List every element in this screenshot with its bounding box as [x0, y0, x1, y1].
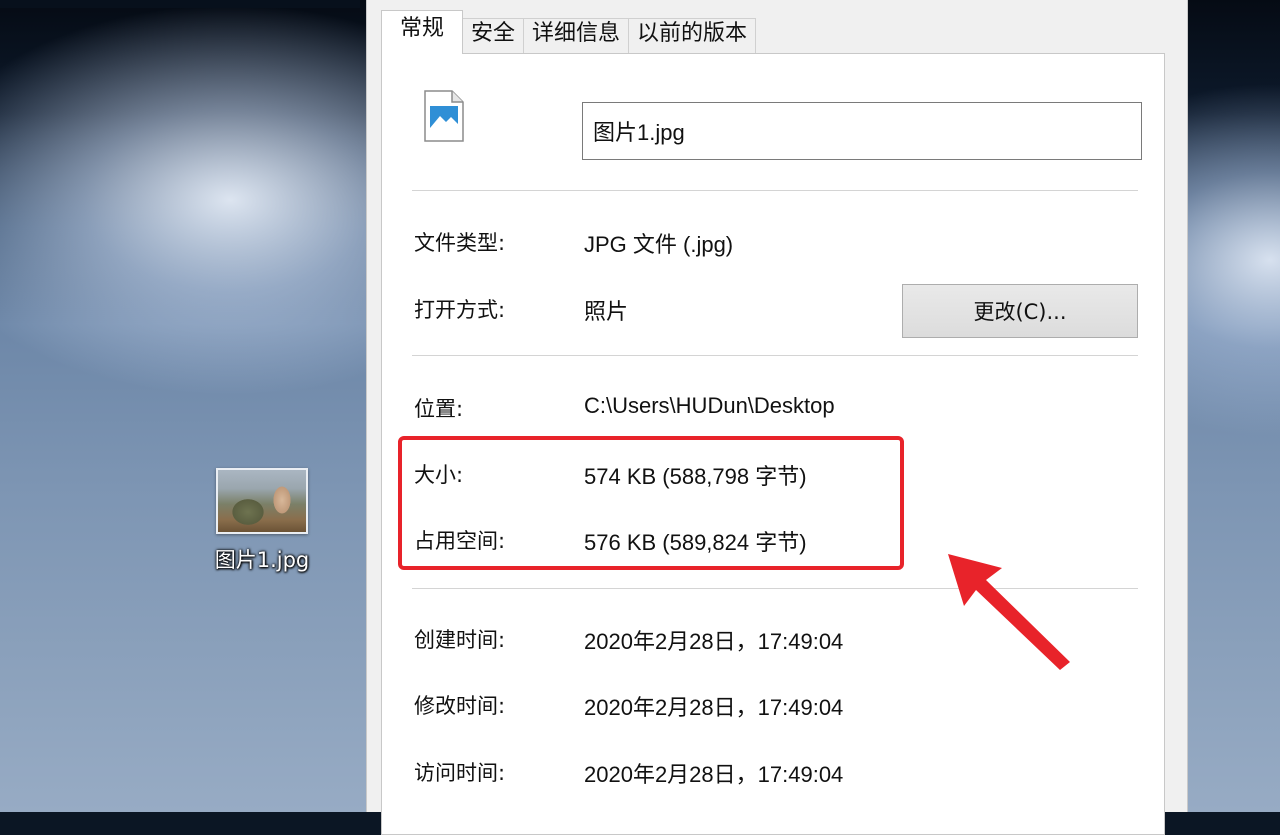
- tab-security[interactable]: 安全: [462, 18, 525, 54]
- modified-label: 修改时间:: [414, 694, 506, 718]
- created-value: 2020年2月28日，17:49:04: [584, 629, 844, 654]
- tab-bar: 常规 安全 详细信息 以前的版本: [381, 10, 757, 54]
- file-name-input[interactable]: [582, 102, 1142, 160]
- accessed-value: 2020年2月28日，17:49:04: [584, 762, 844, 787]
- file-type-value: JPG 文件 (.jpg): [584, 232, 734, 257]
- size-highlight-box: [398, 436, 904, 570]
- desktop-top-strip: [0, 0, 360, 8]
- location-value: C:\Users\HUDun\Desktop: [584, 393, 835, 418]
- tab-general[interactable]: 常规: [381, 10, 464, 54]
- created-label: 创建时间:: [414, 628, 506, 652]
- change-button[interactable]: 更改(C)...: [902, 284, 1138, 338]
- accessed-label: 访问时间:: [414, 761, 506, 785]
- desktop-file-icon[interactable]: 图片1.jpg: [200, 468, 324, 574]
- file-type-label: 文件类型:: [414, 231, 506, 255]
- open-with-value: 照片: [584, 299, 629, 324]
- modified-value: 2020年2月28日，17:49:04: [584, 695, 844, 720]
- image-thumbnail: [216, 468, 308, 534]
- location-label: 位置:: [414, 397, 464, 421]
- properties-window: 常规 安全 详细信息 以前的版本 文件类型: JPG 文件 (.jpg) 打开方…: [366, 0, 1188, 835]
- image-file-icon: [424, 90, 464, 142]
- divider: [412, 190, 1138, 191]
- tab-previous-versions[interactable]: 以前的版本: [628, 18, 757, 54]
- red-arrow-annotation: [948, 554, 1070, 670]
- divider: [412, 355, 1138, 356]
- tab-details[interactable]: 详细信息: [523, 18, 630, 54]
- open-with-label: 打开方式:: [414, 298, 506, 322]
- desktop-file-label: 图片1.jpg: [214, 548, 310, 572]
